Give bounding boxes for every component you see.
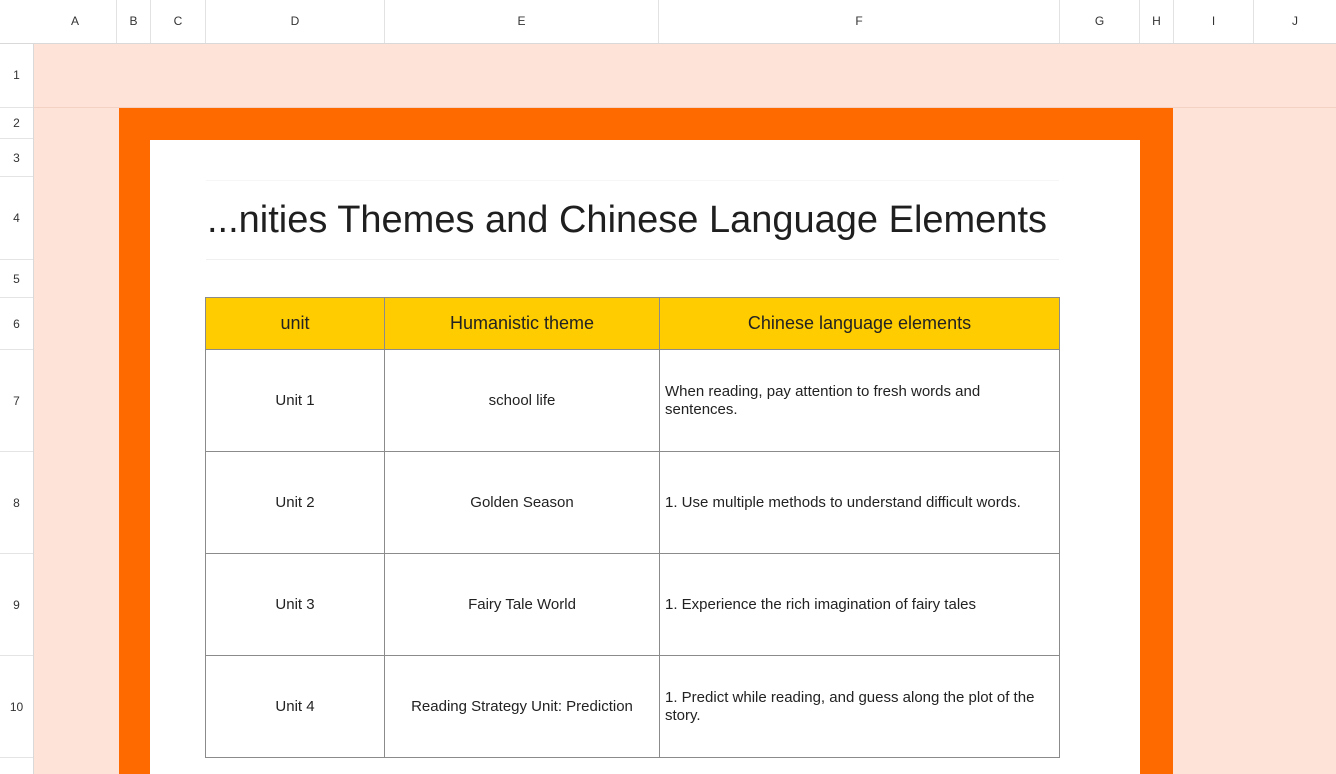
row-header-6[interactable]: 6 xyxy=(0,298,33,350)
header-cell-theme[interactable]: Humanistic theme xyxy=(384,297,660,350)
orange-frame-right xyxy=(1140,108,1173,774)
column-header-d[interactable]: D xyxy=(206,0,385,43)
column-header-c[interactable]: C xyxy=(151,0,206,43)
row-header-8[interactable]: 8 xyxy=(0,452,33,554)
column-header-a[interactable]: A xyxy=(34,0,117,43)
header-cell-unit[interactable]: unit xyxy=(205,297,385,350)
elements-cell[interactable]: 1. Predict while reading, and guess alon… xyxy=(659,655,1060,758)
orange-frame-top xyxy=(119,108,1140,140)
unit-cell[interactable]: Unit 4 xyxy=(205,655,385,758)
header-cell-elements[interactable]: Chinese language elements xyxy=(659,297,1060,350)
row-header-3[interactable]: 3 xyxy=(0,139,33,177)
orange-frame-left xyxy=(119,140,150,774)
row-header-2[interactable]: 2 xyxy=(0,108,33,139)
column-header-b[interactable]: B xyxy=(117,0,151,43)
column-header-g[interactable]: G xyxy=(1060,0,1140,43)
theme-cell[interactable]: Fairy Tale World xyxy=(384,553,660,656)
row-header-9[interactable]: 9 xyxy=(0,554,33,656)
page-title[interactable]: ...nities Themes and Chinese Language El… xyxy=(206,180,1059,260)
table-row: Unit 2 Golden Season 1. Use multiple met… xyxy=(205,451,1060,554)
column-header-bar: A B C D E F G H I J xyxy=(0,0,1336,44)
column-header-j[interactable]: J xyxy=(1254,0,1336,43)
elements-cell[interactable]: 1. Experience the rich imagination of fa… xyxy=(659,553,1060,656)
row-header-5[interactable]: 5 xyxy=(0,260,33,298)
table-row: Unit 3 Fairy Tale World 1. Experience th… xyxy=(205,553,1060,656)
unit-cell[interactable]: Unit 3 xyxy=(205,553,385,656)
units-table: unit Humanistic theme Chinese language e… xyxy=(205,297,1060,758)
theme-cell[interactable]: Reading Strategy Unit: Prediction xyxy=(384,655,660,758)
column-header-e[interactable]: E xyxy=(385,0,659,43)
elements-cell[interactable]: When reading, pay attention to fresh wor… xyxy=(659,349,1060,452)
column-header-f[interactable]: F xyxy=(659,0,1060,43)
row-header-bar: 1 2 3 4 5 6 7 8 9 10 xyxy=(0,43,34,774)
row-header-7[interactable]: 7 xyxy=(0,350,33,452)
row-header-1[interactable]: 1 xyxy=(0,43,33,108)
column-header-h[interactable]: H xyxy=(1140,0,1174,43)
theme-cell[interactable]: Golden Season xyxy=(384,451,660,554)
row-header-4[interactable]: 4 xyxy=(0,177,33,260)
column-header-i[interactable]: I xyxy=(1174,0,1254,43)
unit-cell[interactable]: Unit 1 xyxy=(205,349,385,452)
table-row: Unit 1 school life When reading, pay att… xyxy=(205,349,1060,452)
unit-cell[interactable]: Unit 2 xyxy=(205,451,385,554)
table-row: Unit 4 Reading Strategy Unit: Prediction… xyxy=(205,655,1060,758)
row-header-10[interactable]: 10 xyxy=(0,656,33,758)
elements-cell[interactable]: 1. Use multiple methods to understand di… xyxy=(659,451,1060,554)
theme-cell[interactable]: school life xyxy=(384,349,660,452)
table-header-row: unit Humanistic theme Chinese language e… xyxy=(205,297,1060,350)
